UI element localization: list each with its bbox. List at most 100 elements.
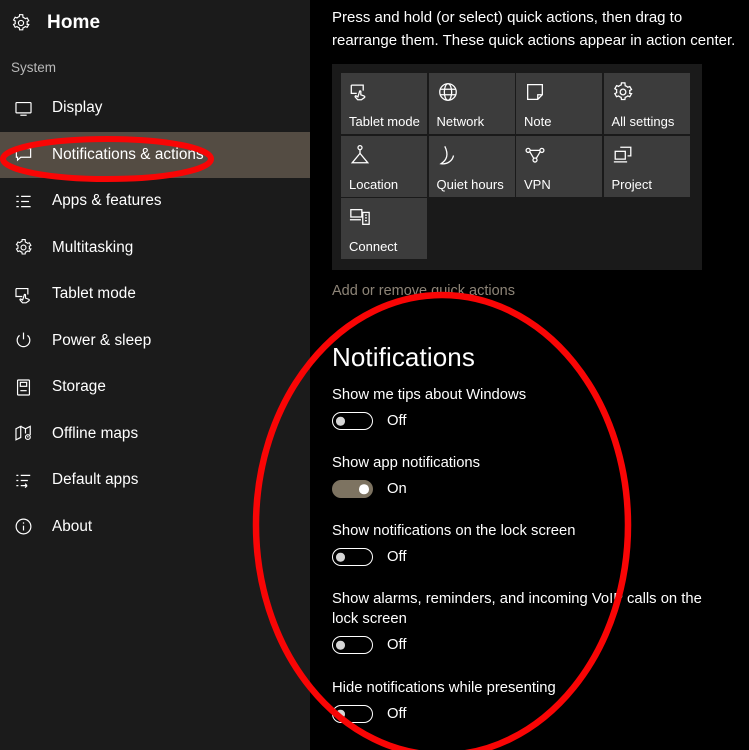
notification-icon (13, 145, 33, 165)
sidebar-item-default-apps[interactable]: Default apps (0, 457, 310, 504)
sidebar-item-label: Default apps (52, 471, 139, 489)
sidebar-home-label: Home (47, 12, 101, 33)
quick-action-network[interactable]: Network (428, 73, 515, 134)
connect-icon (349, 206, 371, 228)
sidebar-item-tablet-mode[interactable]: Tablet mode (0, 271, 310, 318)
setting-show-app-notifications: Show app notifications On (332, 453, 732, 498)
toggle-row: Off (332, 636, 732, 654)
quick-action-connect[interactable]: Connect (341, 198, 427, 259)
sidebar-item-home[interactable]: Home (0, 0, 310, 46)
quick-action-label: Quiet hours (436, 176, 504, 192)
quick-action-label: VPN (524, 176, 551, 192)
toggle-state-label: Off (387, 549, 407, 565)
toggle-knob (336, 416, 345, 426)
setting-show-me-tips-about-windows: Show me tips about Windows Off (332, 385, 732, 430)
quick-action-label: Tablet mode (349, 114, 420, 129)
quick-action-all-settings[interactable]: All settings (603, 73, 690, 134)
toggle-row: On (332, 480, 732, 498)
quick-action-label: Location (349, 176, 399, 192)
sidebar-item-label: Power & sleep (52, 331, 152, 349)
quick-action-location[interactable]: Location (341, 135, 427, 197)
sidebar-item-label: Offline maps (52, 424, 139, 442)
toggle-knob (336, 640, 345, 650)
toggle-row: Off (332, 548, 732, 566)
toggle-knob (336, 709, 345, 719)
map-icon (13, 424, 33, 444)
setting-label: Show notifications on the lock screen (332, 523, 576, 539)
quick-action-note[interactable]: Note (516, 73, 602, 134)
location-pin-icon (349, 144, 371, 166)
toggle-show-alarms-reminders-voip[interactable] (332, 636, 373, 654)
sidebar-item-label: Notifications & actions (52, 145, 204, 163)
quick-action-quiet-hours[interactable]: Quiet hours (428, 135, 515, 197)
power-icon (13, 331, 33, 351)
quick-actions-grid: Tablet mode Network Note All settings Lo… (341, 73, 690, 259)
quick-action-tablet-mode[interactable]: Tablet mode (341, 73, 427, 134)
sidebar-item-storage[interactable]: Storage (0, 364, 310, 411)
toggle-state-label: Off (387, 706, 407, 722)
sidebar: Home System Display Notifications & acti… (0, 0, 310, 750)
sidebar-group-label: System (11, 60, 57, 75)
sidebar-item-display[interactable]: Display (0, 85, 310, 132)
quick-actions-description: Press and hold (or select) quick actions… (332, 9, 736, 49)
toggle-row: Off (332, 705, 732, 723)
sidebar-item-multitasking[interactable]: Multitasking (0, 225, 310, 272)
toggle-row: Off (332, 412, 732, 430)
tablet-mode-icon (349, 81, 371, 103)
drive-icon (13, 377, 33, 397)
quick-action-label: Project (611, 176, 652, 192)
toggle-state-label: Off (387, 637, 407, 653)
toggle-state-label: On (387, 481, 407, 497)
sidebar-item-label: Apps & features (52, 192, 162, 210)
tablet-icon (13, 284, 33, 304)
setting-hide-notifications-while-presenting: Hide notifications while presenting Off (332, 678, 732, 723)
note-icon (524, 81, 546, 103)
quick-action-empty-slot (429, 198, 515, 259)
moon-icon (437, 144, 459, 166)
sidebar-item-notifications-and-actions[interactable]: Notifications & actions (0, 131, 310, 178)
list-icon (13, 191, 33, 211)
toggle-knob (336, 552, 345, 562)
toggle-show-notifications-on-the-lock-screen[interactable] (332, 548, 373, 566)
toggle-show-me-tips-about-windows[interactable] (332, 412, 373, 430)
sidebar-item-label: Tablet mode (52, 285, 136, 303)
globe-icon (437, 81, 459, 103)
project-icon (612, 144, 634, 166)
sidebar-item-label: Multitasking (52, 238, 134, 256)
monitor-icon (13, 98, 33, 118)
gear-icon (13, 238, 33, 258)
toggle-knob (359, 484, 369, 494)
quick-action-empty-slot (516, 198, 602, 259)
toggle-show-app-notifications[interactable] (332, 480, 373, 498)
gear-icon (612, 81, 634, 103)
page-title: Notifications (332, 342, 475, 372)
main-content: Press and hold (or select) quick actions… (310, 0, 749, 750)
sidebar-item-offline-maps[interactable]: Offline maps (0, 411, 310, 458)
sidebar-item-label: Display (52, 99, 103, 117)
sidebar-item-apps-and-features[interactable]: Apps & features (0, 178, 310, 225)
info-icon (13, 517, 33, 537)
setting-label: Hide notifications while presenting (332, 680, 556, 696)
add-or-remove-quick-actions-link[interactable]: Add or remove quick actions (332, 283, 515, 299)
setting-label: Show app notifications (332, 455, 481, 471)
vpn-icon (524, 144, 546, 166)
setting-show-alarms-reminders-voip: Show alarms, reminders, and incoming VoI… (332, 589, 732, 654)
quick-action-empty-slot (604, 198, 690, 259)
toggle-state-label: Off (387, 413, 407, 429)
sidebar-item-power-and-sleep[interactable]: Power & sleep (0, 318, 310, 365)
setting-label: Show alarms, reminders, and incoming VoI… (332, 591, 702, 627)
quick-action-vpn[interactable]: VPN (516, 135, 602, 197)
setting-show-notifications-on-the-lock-screen: Show notifications on the lock screen Of… (332, 521, 732, 566)
quick-action-label: All settings (611, 114, 675, 129)
quick-action-project[interactable]: Project (603, 135, 690, 197)
setting-label: Show me tips about Windows (332, 387, 527, 403)
gear-icon (11, 13, 31, 33)
sidebar-item-label: Storage (52, 378, 106, 396)
toggle-hide-notifications-while-presenting[interactable] (332, 705, 373, 723)
settings-window: Home System Display Notifications & acti… (0, 0, 749, 750)
quick-action-label: Network (436, 114, 485, 129)
quick-action-label: Connect (349, 239, 398, 254)
sidebar-item-label: About (52, 517, 93, 535)
quick-action-label: Note (524, 114, 552, 129)
sidebar-item-about[interactable]: About (0, 504, 310, 551)
